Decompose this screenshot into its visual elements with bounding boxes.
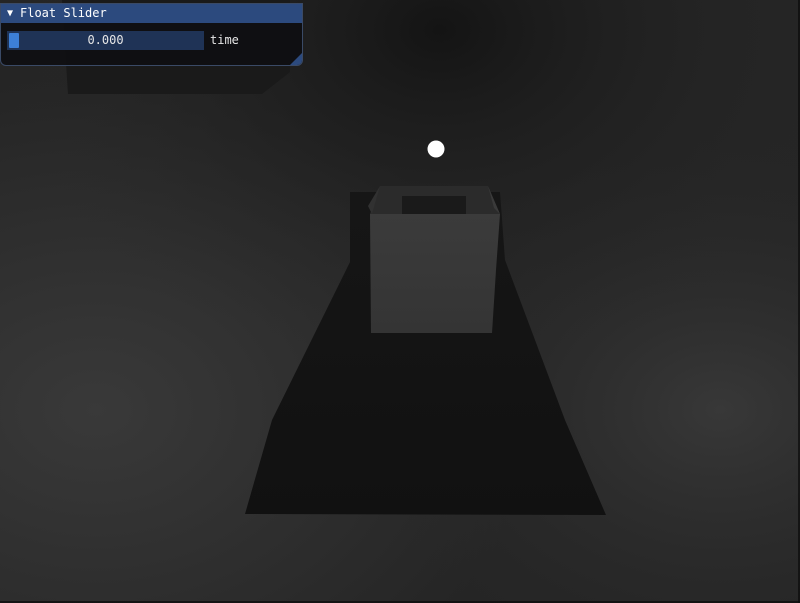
float-slider-window[interactable]: ▼ Float Slider 0.000 time [0, 3, 303, 66]
light-sphere-icon [427, 140, 445, 158]
3d-scene [0, 0, 800, 603]
slider-label: time [210, 33, 239, 47]
render-viewport[interactable]: ▼ Float Slider 0.000 time [0, 0, 800, 603]
time-slider[interactable]: 0.000 [7, 31, 204, 50]
time-slider-row: 0.000 time [7, 31, 239, 50]
box-top-notch [402, 196, 466, 214]
window-title: Float Slider [20, 6, 107, 20]
slider-value-text: 0.000 [87, 33, 124, 47]
collapse-arrow-icon[interactable]: ▼ [5, 4, 15, 23]
resize-grip-icon[interactable] [290, 53, 302, 65]
window-title-bar[interactable]: ▼ Float Slider [1, 4, 302, 23]
box-front-face [370, 214, 500, 333]
